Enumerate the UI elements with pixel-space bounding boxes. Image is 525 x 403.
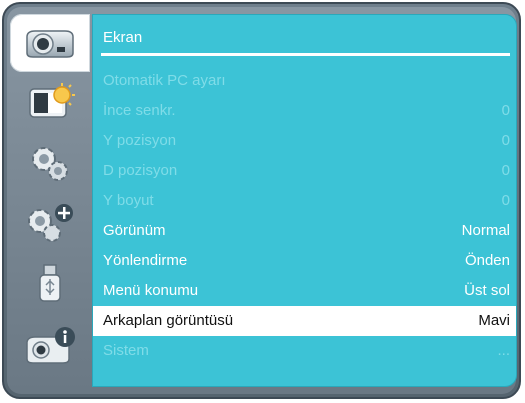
gears-icon: [32, 147, 68, 181]
menu-item-label: Yönlendirme: [103, 252, 188, 269]
menu-item-system[interactable]: Sistem ...: [93, 336, 516, 366]
menu-item-value: Önden: [464, 252, 510, 269]
menu-panel: Ekran Otomatik PC ayarı İnce senkr. 0 Y …: [92, 14, 517, 387]
sidebar-item-display[interactable]: [10, 14, 90, 72]
menu-item-h-size[interactable]: Y boyut 0: [93, 186, 516, 216]
menu-item-label: Y boyut: [103, 192, 154, 209]
menu-item-value: 0: [501, 162, 510, 179]
title-divider: [101, 53, 510, 56]
projector-menu-frame: Ekran Otomatik PC ayarı İnce senkr. 0 Y …: [2, 2, 521, 399]
menu-item-value: 0: [501, 192, 510, 209]
menu-item-value: 0: [501, 102, 510, 119]
sidebar-item-info[interactable]: [10, 318, 90, 376]
menu-item-label: Sistem: [103, 342, 149, 359]
menu-item-v-position[interactable]: D pozisyon 0: [93, 156, 516, 186]
picture-brightness-icon: [29, 83, 75, 118]
menu-item-value: Mavi: [478, 312, 510, 329]
sidebar-item-setup[interactable]: [10, 134, 90, 192]
menu-item-auto-pc[interactable]: Otomatik PC ayarı: [93, 66, 516, 96]
usb-drive-icon: [39, 264, 61, 302]
menu-item-fine-sync[interactable]: İnce senkr. 0: [93, 96, 516, 126]
projector-icon: [26, 30, 74, 58]
menu-item-value: Normal: [461, 222, 510, 239]
gears-plus-icon: [28, 204, 73, 242]
menu-item-aspect[interactable]: Görünüm Normal: [93, 216, 516, 246]
sidebar-item-expanded[interactable]: [10, 194, 90, 252]
projector-info-icon: [26, 327, 75, 364]
menu-item-h-position[interactable]: Y pozisyon 0: [93, 126, 516, 156]
menu-item-label: Arkaplan görüntüsü: [103, 312, 234, 329]
menu-item-label: Görünüm: [103, 222, 166, 239]
menu-item-label: İnce senkr.: [103, 102, 176, 119]
sidebar-item-picture[interactable]: [10, 74, 90, 132]
menu-item-value: ...: [497, 342, 510, 359]
menu-item-label: D pozisyon: [103, 162, 178, 179]
menu-item-label: Otomatik PC ayarı: [103, 72, 226, 89]
menu-item-value: 0: [501, 132, 510, 149]
menu-item-label: Y pozisyon: [103, 132, 177, 149]
menu-item-label: Menü konumu: [103, 282, 199, 299]
sidebar: [10, 12, 90, 384]
menu-item-orientation[interactable]: Yönlendirme Önden: [93, 246, 516, 276]
sidebar-item-usb[interactable]: [10, 256, 90, 314]
menu-item-menu-position[interactable]: Menü konumu Üst sol: [93, 276, 516, 306]
menu-item-value: Üst sol: [464, 282, 510, 299]
panel-title: Ekran: [103, 29, 143, 46]
menu-item-background[interactable]: Arkaplan görüntüsü Mavi: [93, 306, 516, 336]
